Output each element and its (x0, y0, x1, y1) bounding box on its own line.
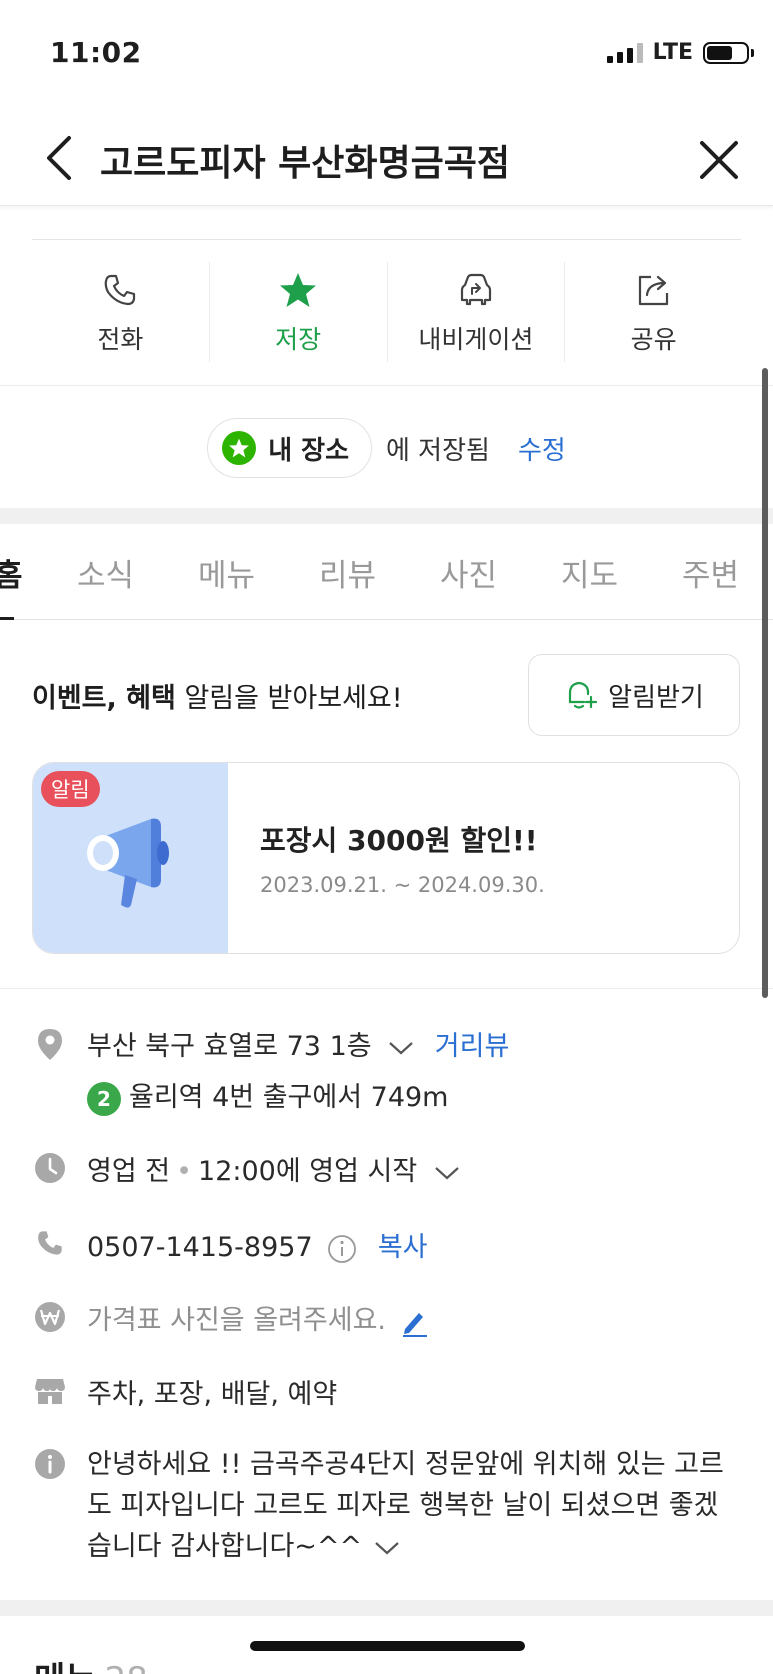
back-button[interactable] (36, 132, 82, 184)
title-bar: 고르도피자 부산화명금곡점 (0, 110, 773, 206)
section-divider (0, 508, 773, 524)
home-indicator[interactable] (250, 1641, 525, 1651)
description-text: 안녕하세요 !! 금곡주공4단지 정문앞에 위치해 있는 고르도 피자입니다 고… (87, 1444, 727, 1567)
tab-photos[interactable]: 사진 (440, 550, 497, 595)
divider (0, 385, 773, 386)
tab-reviews[interactable]: 리뷰 (319, 550, 376, 595)
megaphone-icon (87, 818, 169, 908)
price-line: 가격표 사진을 올려주세요. (87, 1298, 429, 1337)
promo-image: 알림 (33, 763, 228, 953)
amenities-text: 주차, 포장, 배달, 예약 (87, 1379, 338, 1410)
event-prompt-bold: 이벤트, 혜택 (32, 683, 176, 714)
save-label: 저장 (275, 325, 322, 354)
section-divider (0, 1600, 773, 1616)
share-label: 공유 (630, 325, 677, 354)
copy-link[interactable]: 복사 (378, 1232, 428, 1263)
phone-icon (102, 268, 138, 312)
bell-plus-icon (569, 681, 598, 709)
close-icon (700, 141, 738, 179)
event-prompt: 이벤트, 혜택 알림을 받아보세요! (32, 676, 403, 715)
notify-label: 알림받기 (608, 682, 704, 713)
page-title: 고르도피자 부산화명금곡점 (100, 143, 510, 184)
address-line: 부산 북구 효열로 73 1층 거리뷰 (87, 1024, 509, 1063)
promo-badge: 알림 (41, 771, 100, 807)
phone-icon (34, 1227, 66, 1259)
tab-indicator (0, 617, 14, 620)
tab-map[interactable]: 지도 (561, 550, 618, 595)
battery-icon (703, 41, 754, 64)
menu-section-count: 28 (105, 1660, 148, 1674)
event-notification-row: 이벤트, 혜택 알림을 받아보세요! 알림받기 (32, 654, 740, 736)
price-prompt: 가격표 사진을 올려주세요. (87, 1305, 386, 1336)
share-icon (635, 268, 673, 312)
divider (32, 239, 741, 240)
subway-directions: 율리역 4번 출구에서 749m (129, 1082, 449, 1113)
promo-title: 포장시 3000원 할인!! (260, 824, 538, 857)
notify-button[interactable]: 알림받기 (528, 654, 740, 736)
menu-section-heading: 메뉴 28 (34, 1652, 148, 1674)
info-icon (34, 1448, 66, 1480)
saved-list-chip[interactable]: 내 장소 (207, 418, 372, 478)
status-time: 11:02 (50, 36, 142, 69)
network-label: LTE (652, 40, 693, 65)
tab-bar: 홈 소식 메뉴 리뷰 사진 지도 주변 (0, 524, 773, 620)
divider (0, 988, 773, 989)
star-icon (278, 268, 318, 312)
scrollbar[interactable] (762, 368, 768, 998)
promo-card[interactable]: 알림 포장시 3000원 할인!! 2023.09.21. ~ 2024.09.… (32, 762, 740, 954)
tab-nearby[interactable]: 주변 (682, 550, 739, 595)
pencil-icon[interactable] (401, 1307, 429, 1337)
subway-line: 2 율리역 4번 출구에서 749m (87, 1075, 448, 1116)
tab-home[interactable]: 홈 (0, 550, 23, 595)
phone-number[interactable]: 0507-1415-8957 (87, 1232, 313, 1263)
saved-list-name: 내 장소 (268, 435, 349, 466)
clock-icon (34, 1152, 66, 1184)
hours-detail: 12:00에 영업 시작 (198, 1156, 418, 1187)
info-circle-icon[interactable] (327, 1234, 357, 1264)
save-button[interactable]: 저장 (210, 262, 388, 362)
chevron-down-icon[interactable] (434, 1165, 460, 1181)
chevron-down-icon[interactable] (388, 1040, 414, 1056)
chevron-down-icon[interactable] (374, 1540, 400, 1556)
action-bar: 전화 저장 내비게이션 공유 (32, 262, 742, 362)
saved-status: 내 장소 에 저장됨 수정 (0, 418, 773, 478)
star-icon (222, 431, 257, 465)
navigation-button[interactable]: 내비게이션 (388, 262, 566, 362)
subway-line-badge: 2 (87, 1081, 121, 1116)
call-button[interactable]: 전화 (32, 262, 210, 362)
menu-section-title: 메뉴 (34, 1660, 97, 1674)
close-button[interactable] (691, 132, 747, 188)
hours-status: 영업 전 (87, 1156, 171, 1187)
share-button[interactable]: 공유 (565, 262, 742, 362)
chevron-left-icon (47, 136, 71, 180)
phone-line: 0507-1415-8957 복사 (87, 1225, 428, 1264)
navigation-label: 내비게이션 (418, 325, 534, 354)
location-pin-icon (34, 1028, 66, 1060)
promo-dates: 2023.09.21. ~ 2024.09.30. (260, 873, 545, 897)
description-body: 안녕하세요 !! 금곡주공4단지 정문앞에 위치해 있는 고르도 피자입니다 고… (87, 1449, 724, 1562)
event-prompt-rest: 알림을 받아보세요! (175, 683, 403, 714)
signal-icon (606, 42, 643, 63)
hours-text: 영업 전 • 12:00에 영업 시작 (87, 1149, 460, 1188)
address-text: 부산 북구 효열로 73 1층 (87, 1031, 372, 1062)
won-icon (34, 1301, 66, 1333)
tab-news[interactable]: 소식 (77, 550, 134, 595)
status-bar: 11:02 LTE (0, 0, 773, 110)
call-label: 전화 (97, 325, 144, 354)
store-icon (34, 1375, 66, 1407)
car-icon (456, 268, 496, 312)
tab-menu[interactable]: 메뉴 (198, 550, 255, 595)
street-view-link[interactable]: 거리뷰 (435, 1031, 510, 1062)
status-indicators: LTE (606, 40, 754, 65)
saved-suffix: 에 저장됨 (386, 435, 490, 466)
separator-dot: • (176, 1156, 193, 1187)
edit-link[interactable]: 수정 (518, 430, 566, 467)
